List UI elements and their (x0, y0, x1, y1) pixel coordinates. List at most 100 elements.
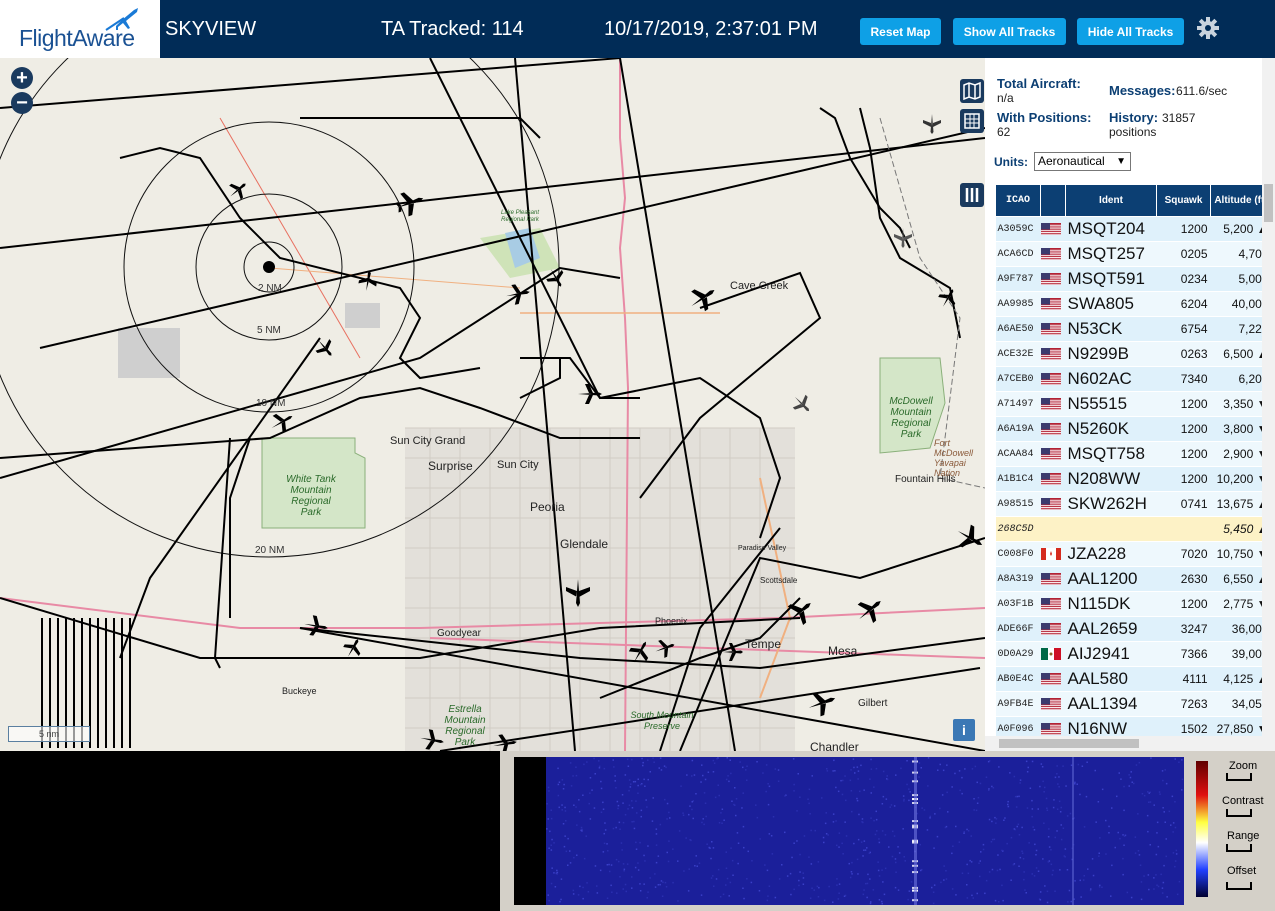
country-flag-icon (1040, 516, 1066, 542)
hide-all-tracks-button[interactable]: Hide All Tracks (1077, 18, 1184, 45)
squawk-cell: 7263 (1156, 691, 1211, 717)
city-label: Sun City (497, 459, 539, 471)
table-row[interactable]: ACAA84 MSQT758 1200 2,900 ▼ (995, 441, 1272, 467)
country-flag-icon (1040, 666, 1066, 692)
ident-cell: MSQT257 (1065, 241, 1157, 267)
table-row[interactable]: A9FB4E AAL1394 7263 34,050 (995, 691, 1272, 717)
ident-cell: N208WW (1065, 466, 1157, 492)
city-label: Chandler (810, 740, 859, 751)
ident-cell: SKW262H (1065, 491, 1157, 517)
table-row[interactable]: A98515 SKW262H 0741 13,675 ▲ (995, 491, 1272, 517)
squawk-cell: 1200 (1156, 466, 1211, 492)
table-row[interactable]: AB0E4C AAL580 4111 4,125 ▲ (995, 666, 1272, 692)
waterfall-display[interactable] (514, 757, 1184, 905)
show-all-tracks-button[interactable]: Show All Tracks (953, 18, 1066, 45)
icao-cell: A03F1B (995, 591, 1041, 617)
offset-slider[interactable] (1226, 882, 1252, 890)
col-squawk[interactable]: Squawk (1156, 184, 1211, 217)
icao-cell: ACE32E (995, 341, 1041, 367)
messages-value: 611.6/sec (1176, 84, 1228, 98)
squawk-cell (1156, 516, 1211, 542)
ident-cell: JZA228 (1065, 541, 1157, 567)
grid-icon[interactable] (960, 109, 984, 133)
city-label: Sun City Grand (390, 435, 466, 447)
table-row[interactable]: C008F0 JZA228 7020 10,750 ▼ (995, 541, 1272, 567)
squawk-cell: 1200 (1156, 216, 1211, 242)
col-flag[interactable] (1040, 184, 1066, 217)
icao-cell: AA9985 (995, 291, 1041, 317)
range-slider[interactable] (1226, 844, 1252, 852)
table-row[interactable]: ACA6CD MSQT257 0205 4,700 (995, 241, 1272, 267)
table-row[interactable]: AA9985 SWA805 6204 40,000 (995, 291, 1272, 317)
table-row[interactable]: A03F1B N115DK 1200 2,775 ▼ (995, 591, 1272, 617)
map-scale-bar: 5 nm (8, 726, 90, 742)
table-row[interactable]: ACE32E N9299B 0263 6,500 ▲ (995, 341, 1272, 367)
flightaware-logo[interactable]: FlightAware (0, 0, 160, 58)
units-select[interactable]: Aeronautical ▼ (1034, 152, 1131, 171)
column-toggle-icon[interactable] (960, 183, 984, 207)
city-label: Goodyear (437, 628, 481, 639)
icao-cell: A1B1C4 (995, 466, 1041, 492)
squawk-cell: 4111 (1156, 666, 1211, 692)
squawk-cell: 3247 (1156, 616, 1211, 642)
col-ident[interactable]: Ident (1065, 184, 1157, 217)
map-layers-icon[interactable] (960, 79, 984, 103)
country-flag-icon (1040, 316, 1066, 342)
table-row[interactable]: A7CEB0 N602AC 7340 6,200 (995, 366, 1272, 392)
ring-label-5nm: 5 NM (257, 325, 281, 336)
icao-cell: 268C5D (995, 516, 1041, 542)
map-view[interactable]: + − 2 NM 5 NM 10 NM 20 NM Cave Creek Sun… (0, 58, 985, 751)
range-control-label: Range (1227, 830, 1260, 842)
table-row[interactable]: ADE66F AAL2659 3247 36,000 (995, 616, 1272, 642)
contrast-control-label: Contrast (1222, 795, 1264, 807)
info-button[interactable]: i (953, 719, 975, 741)
city-label: Fort McDowell Yavapai Nation (934, 438, 974, 478)
aircraft-sidebar: Total Aircraft: n/a With Positions: 62 M… (985, 58, 1275, 751)
offset-control-label: Offset (1227, 865, 1257, 877)
table-row[interactable]: 0D0A29 AIJ2941 7366 39,000 (995, 641, 1272, 667)
aircraft-table: ICAO Ident Squawk Altitude (ft) A3059C MS… (995, 184, 1272, 742)
table-row[interactable]: A9F787 MSQT591 0234 5,000 (995, 266, 1272, 292)
table-row[interactable]: 268C5D 5,450 ▲ (995, 516, 1272, 542)
ring-label-10nm: 10 NM (256, 398, 286, 409)
icao-cell: A6A19A (995, 416, 1041, 442)
table-row[interactable]: A1B1C4 N208WW 1200 10,200 ▼ (995, 466, 1272, 492)
icao-cell: 0D0A29 (995, 641, 1041, 667)
city-label: Tempe (745, 637, 782, 651)
ident-cell: MSQT204 (1065, 216, 1157, 242)
ident-cell: N115DK (1065, 591, 1157, 617)
horizontal-scrollbar[interactable] (985, 736, 1262, 751)
col-icao[interactable]: ICAO (995, 184, 1041, 217)
squawk-cell: 1200 (1156, 391, 1211, 417)
city-label: Mesa (828, 644, 858, 658)
country-flag-icon (1040, 266, 1066, 292)
total-aircraft-value: n/a (997, 91, 1014, 105)
horizontal-scroll-thumb[interactable] (999, 739, 1139, 748)
total-aircraft-label: Total Aircraft: (997, 76, 1081, 91)
zoom-out-button[interactable]: − (11, 92, 33, 114)
gear-icon[interactable] (1196, 16, 1220, 40)
table-row[interactable]: A3059C MSQT204 1200 5,200 ▲ (995, 216, 1272, 242)
squawk-cell: 7340 (1156, 366, 1211, 392)
zoom-slider[interactable] (1226, 773, 1252, 781)
vertical-scrollbar[interactable] (1262, 58, 1275, 751)
reset-map-button[interactable]: Reset Map (860, 18, 941, 45)
contrast-slider[interactable] (1226, 809, 1252, 817)
history-unit: positions (1109, 125, 1157, 139)
table-row[interactable]: A8A319 AAL1200 2630 6,550 ▲ (995, 566, 1272, 592)
squawk-cell: 1200 (1156, 416, 1211, 442)
squawk-cell: 1200 (1156, 441, 1211, 467)
table-row[interactable]: A6AE50 N53CK 6754 7,225 (995, 316, 1272, 342)
vertical-scroll-thumb[interactable] (1264, 184, 1273, 222)
logo-text: FlightAware (19, 25, 135, 51)
zoom-in-button[interactable]: + (11, 67, 33, 89)
top-header: FlightAware SKYVIEW TA Tracked: 114 10/1… (0, 0, 1275, 58)
squawk-cell: 6754 (1156, 316, 1211, 342)
squawk-cell: 0741 (1156, 491, 1211, 517)
table-row[interactable]: A6A19A N5260K 1200 3,800 ▼ (995, 416, 1272, 442)
tracked-count: TA Tracked: 114 (381, 18, 524, 40)
table-row[interactable]: A71497 N55515 1200 3,350 ▼ (995, 391, 1272, 417)
park-label: White Tank Mountain Regional Park (286, 474, 336, 518)
country-flag-icon (1040, 491, 1066, 517)
country-flag-icon (1040, 591, 1066, 617)
